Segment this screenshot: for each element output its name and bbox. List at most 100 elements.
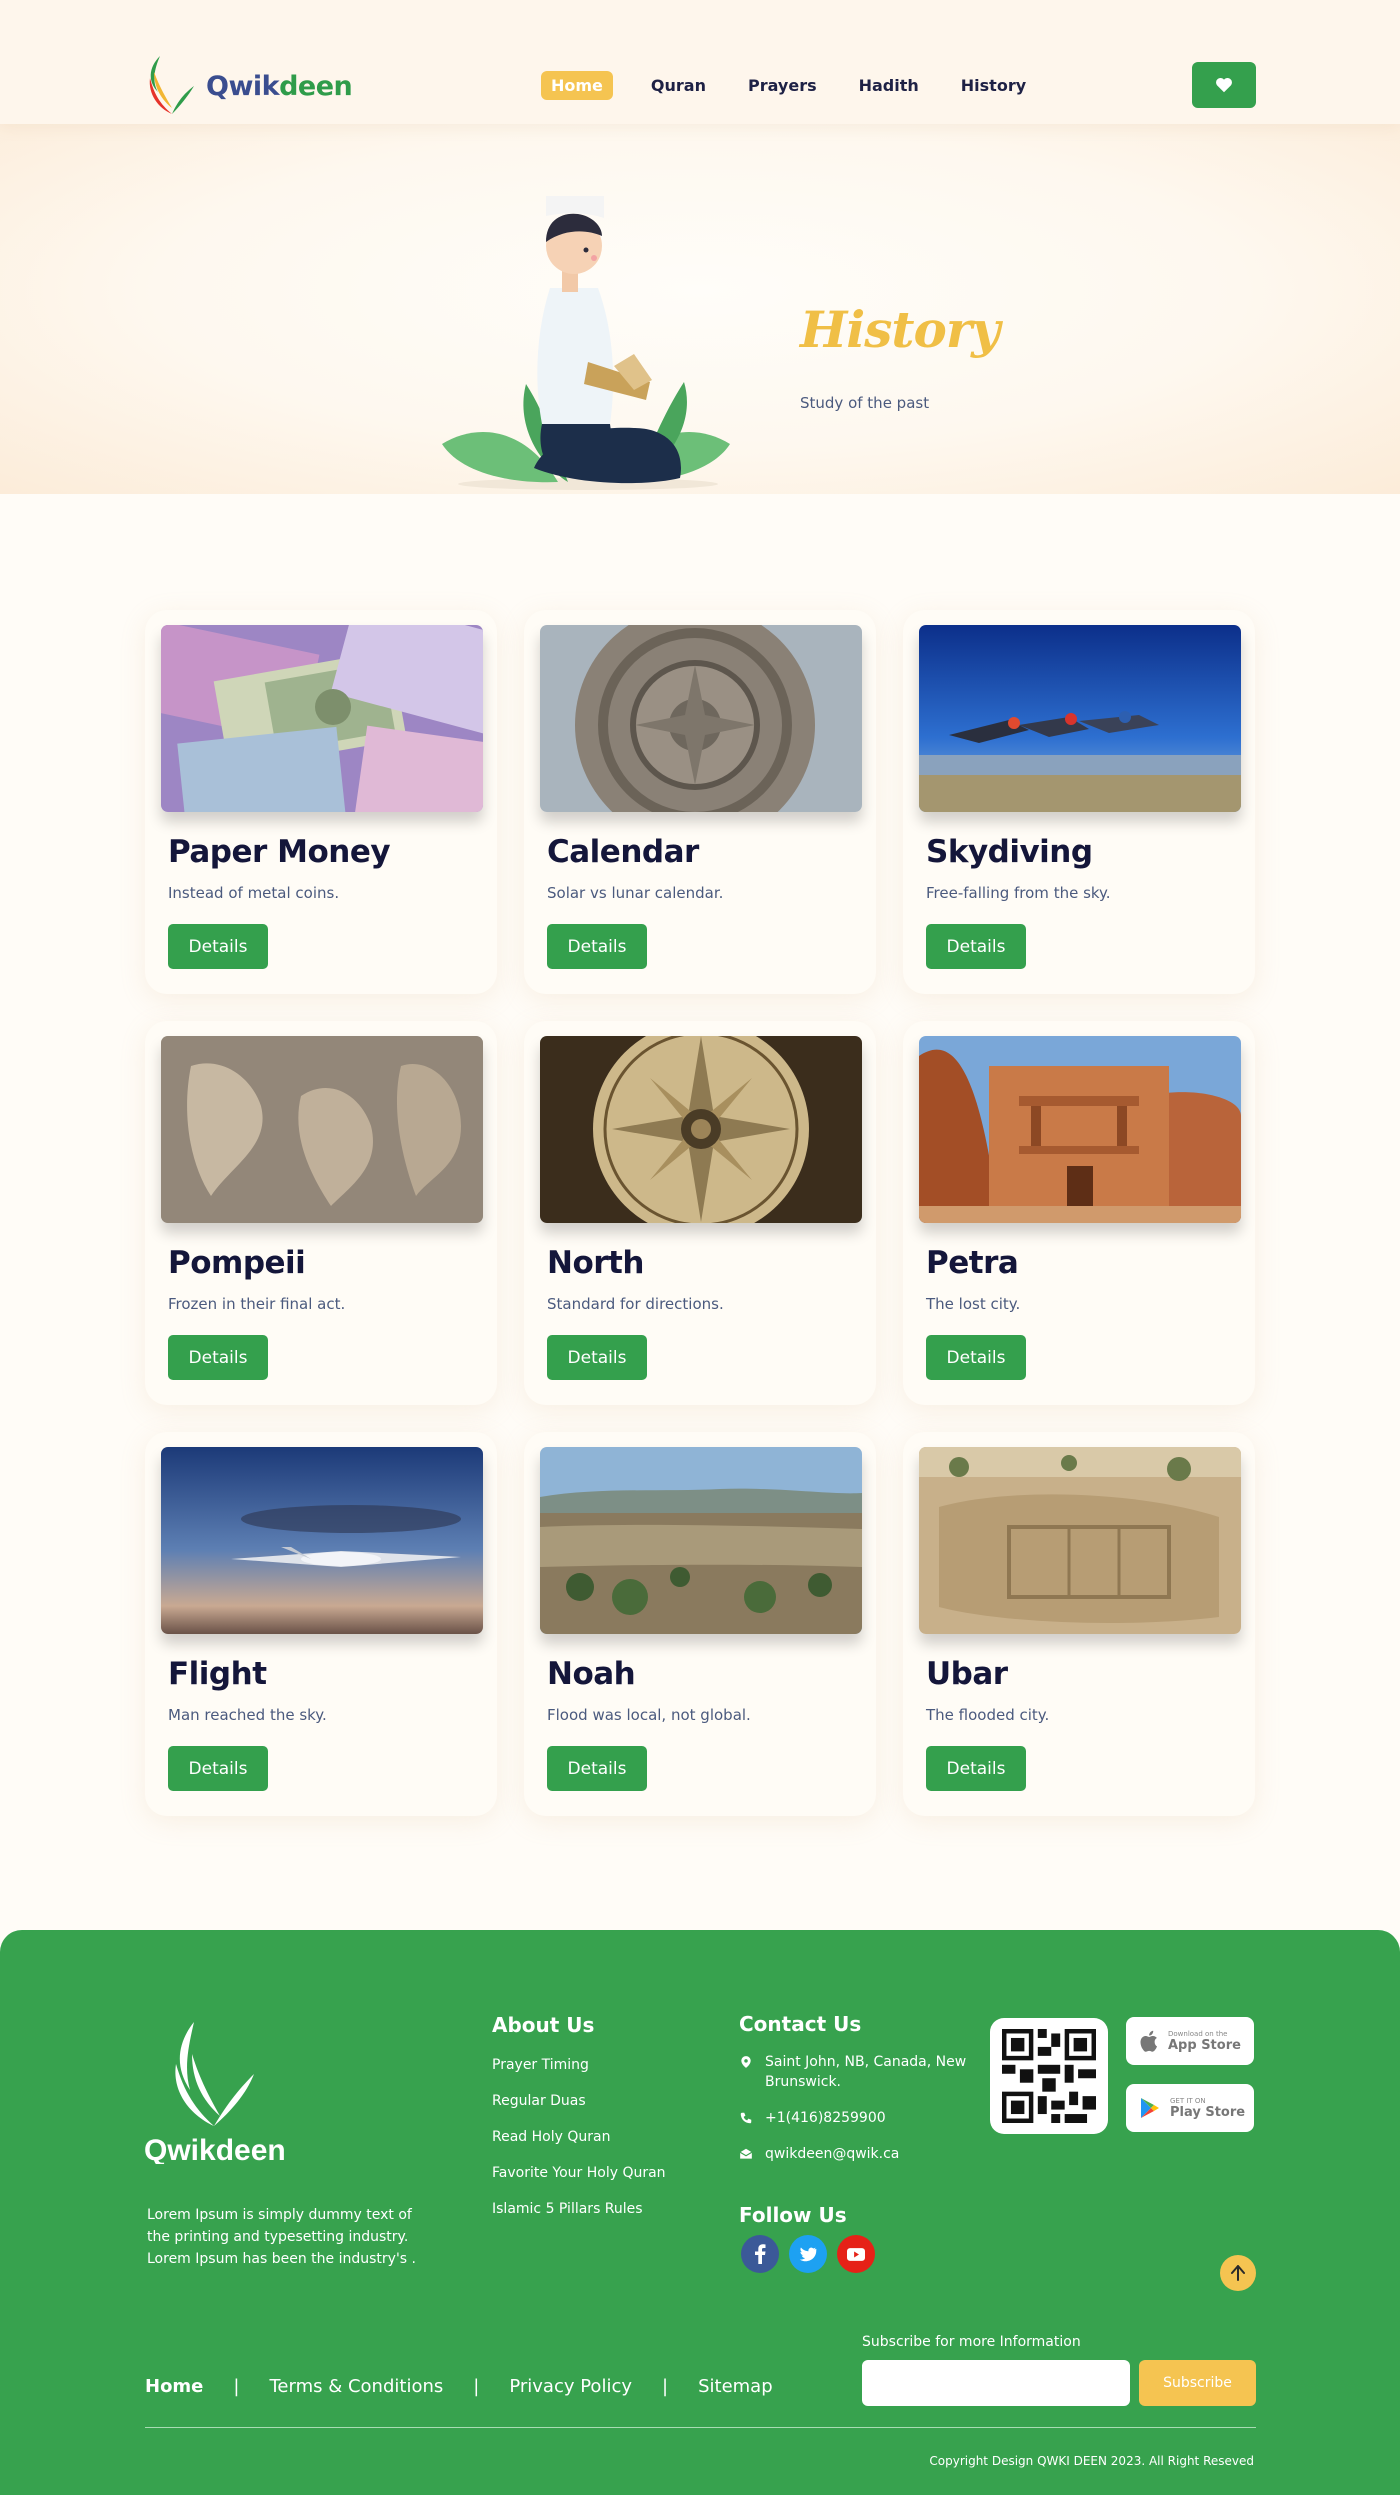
separator: | [662,2376,669,2397]
history-card: Petra The lost city. Details [903,1021,1255,1405]
brand-logo[interactable]: Qwikdeen [144,52,353,120]
page: Qwikdeen Home Quran Prayers Hadith Histo… [0,0,1400,2495]
footer-link-privacy[interactable]: Privacy Policy [509,2376,632,2397]
app-store-button[interactable]: Download on the App Store [1126,2017,1254,2065]
main-nav: Home Quran Prayers Hadith History [541,71,1066,100]
arrow-up-icon [1231,2265,1245,2281]
site-footer: Qwikdeen Lorem Ipsum is simply dummy tex… [0,1930,1400,2495]
details-button[interactable]: Details [926,1335,1026,1380]
card-description: Frozen in their final act. [168,1295,346,1313]
details-button[interactable]: Details [547,924,647,969]
contact-address: Saint John, NB, Canada, New Brunswick. [739,2052,969,2092]
flight-image [161,1447,483,1634]
subscribe-email-input[interactable] [862,2360,1130,2406]
card-description: Free-falling from the sky. [926,884,1111,902]
calendar-image [540,625,862,812]
paper-money-image [161,625,483,812]
history-card: North Standard for directions. Details [524,1021,876,1405]
nav-quran[interactable]: Quran [649,71,708,100]
history-card: Ubar The flooded city. Details [903,1432,1255,1816]
skydiving-image [919,625,1241,812]
contact-phone: +1(416)8259900 [739,2108,969,2128]
card-description: The flooded city. [926,1706,1050,1724]
history-card-grid: Paper Money Instead of metal coins. Deta… [145,610,1256,1816]
mail-icon [739,2148,753,2159]
details-button[interactable]: Details [926,924,1026,969]
footer-divider [145,2427,1256,2428]
about-link[interactable]: Islamic 5 Pillars Rules [492,2201,666,2217]
pompeii-image [161,1036,483,1223]
about-link[interactable]: Favorite Your Holy Quran [492,2165,666,2181]
nav-prayers[interactable]: Prayers [746,71,819,100]
play-store-button[interactable]: GET IT ON Play Store [1126,2084,1254,2132]
follow-title: Follow Us [739,2203,847,2227]
brand-name: Qwikdeen [206,70,353,102]
history-card: Skydiving Free-falling from the sky. Det… [903,610,1255,994]
site-header: Qwikdeen Home Quran Prayers Hadith Histo… [0,0,1400,124]
subscribe-button[interactable]: Subscribe [1139,2360,1256,2406]
page-subtitle: Study of the past [800,394,930,412]
card-title: Ubar [926,1656,1008,1692]
twitter-icon[interactable] [789,2235,827,2273]
history-card: Calendar Solar vs lunar calendar. Detail… [524,610,876,994]
petra-image [919,1036,1241,1223]
history-card: Flight Man reached the sky. Details [145,1432,497,1816]
details-button[interactable]: Details [168,1746,268,1791]
footer-logo-icon: Qwikdeen [144,2022,286,2164]
copyright-text: Copyright Design QWKI DEEN 2023. All Rig… [929,2454,1254,2468]
about-link[interactable]: Prayer Timing [492,2057,666,2073]
footer-bottom-nav: Home | Terms & Conditions | Privacy Poli… [145,2376,773,2397]
nav-hadith[interactable]: Hadith [857,71,921,100]
card-title: Flight [168,1656,267,1692]
card-title: Paper Money [168,834,391,870]
heart-icon [1216,77,1232,93]
history-card: Paper Money Instead of metal coins. Deta… [145,610,497,994]
apple-icon [1140,2030,1158,2052]
card-description: Instead of metal coins. [168,884,340,902]
details-button[interactable]: Details [547,1335,647,1380]
contact-email: qwikdeen@qwik.ca [739,2144,969,2164]
flood-image [540,1447,862,1634]
card-description: The lost city. [926,1295,1021,1313]
youtube-icon[interactable] [837,2235,875,2273]
phone-icon [740,2112,752,2124]
footer-about-text: Lorem Ipsum is simply dummy text of the … [147,2207,416,2267]
contact-title: Contact Us [739,2012,862,2036]
scroll-to-top-button[interactable] [1220,2255,1256,2291]
social-links [741,2235,885,2273]
details-button[interactable]: Details [168,924,268,969]
details-button[interactable]: Details [547,1746,647,1791]
about-link[interactable]: Regular Duas [492,2093,666,2109]
card-title: Calendar [547,834,699,870]
details-button[interactable]: Details [168,1335,268,1380]
footer-link-sitemap[interactable]: Sitemap [698,2376,773,2397]
card-description: Flood was local, not global. [547,1706,751,1724]
about-links: About Us Prayer Timing Regular Duas Read… [492,2013,666,2217]
subscribe-label: Subscribe for more Information [862,2334,1081,2350]
card-title: Petra [926,1245,1019,1281]
footer-link-terms[interactable]: Terms & Conditions [269,2376,443,2397]
about-title: About Us [492,2013,595,2037]
ubar-ruins-image [919,1447,1241,1634]
compass-image [540,1036,862,1223]
details-button[interactable]: Details [926,1746,1026,1791]
card-description: Standard for directions. [547,1295,724,1313]
nav-home[interactable]: Home [541,71,613,100]
facebook-icon[interactable] [741,2235,779,2273]
separator: | [233,2376,240,2397]
about-link[interactable]: Read Holy Quran [492,2129,666,2145]
card-title: Pompeii [168,1245,306,1281]
google-play-icon [1141,2098,1159,2118]
location-pin-icon [741,2056,751,2068]
history-card: Pompeii Frozen in their final act. Detai… [145,1021,497,1405]
contact-info: Contact Us Saint John, NB, Canada, New B… [739,2012,969,2164]
footer-link-home[interactable]: Home [145,2376,203,2397]
card-title: Noah [547,1656,636,1692]
logo-mark-icon [149,56,194,114]
separator: | [473,2376,480,2397]
qr-code [990,2018,1108,2134]
card-title: Skydiving [926,834,1093,870]
nav-history[interactable]: History [959,71,1028,100]
favorites-button[interactable] [1192,62,1256,108]
card-description: Man reached the sky. [168,1706,327,1724]
